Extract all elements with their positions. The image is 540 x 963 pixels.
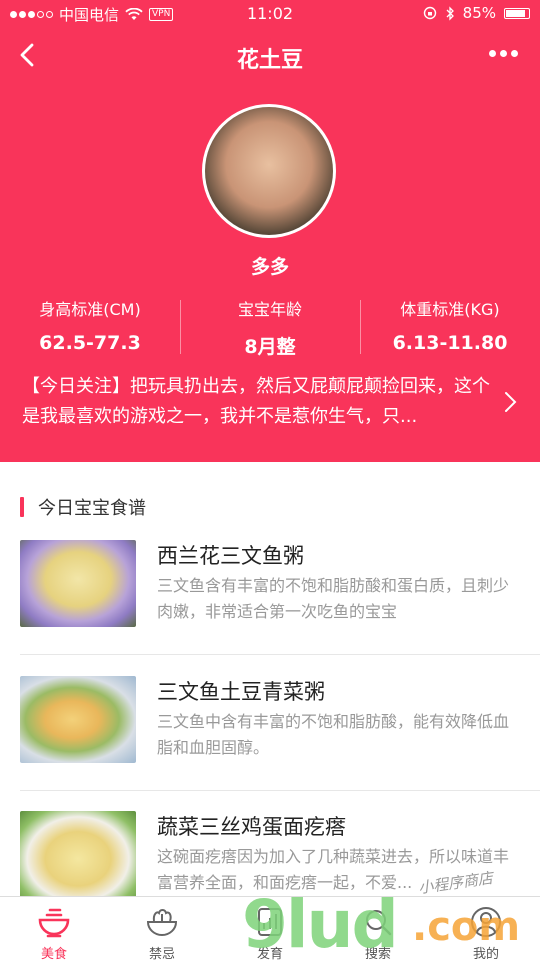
tab-mine[interactable]: 我的 xyxy=(432,897,540,962)
tab-bar: 美食 禁忌 发育 搜索 我的 xyxy=(0,896,540,962)
recipe-thumbnail xyxy=(20,676,136,763)
tab-label: 发育 xyxy=(256,947,283,962)
tab-food[interactable]: 美食 xyxy=(0,897,108,962)
accent-bar xyxy=(20,497,24,517)
nav-bar: 花土豆 xyxy=(0,30,540,82)
bowl-icon xyxy=(38,908,70,938)
recipe-item[interactable]: 三文鱼土豆青菜粥 三文鱼中含有丰富的不饱和脂肪酸，能有效降低血脂和血胆固醇。 xyxy=(20,676,540,811)
stat-label: 身高标准(CM) xyxy=(39,300,141,319)
stat-label: 宝宝年龄 xyxy=(237,300,302,319)
divider xyxy=(20,790,540,791)
stat-weight: 体重标准(KG) 6.13-11.80 xyxy=(360,296,540,358)
battery-icon xyxy=(504,7,530,19)
tab-search[interactable]: 搜索 xyxy=(324,897,432,962)
stat-value: 62.5-77.3 xyxy=(39,332,141,354)
stat-value: 6.13-11.80 xyxy=(392,332,508,354)
recipe-thumbnail xyxy=(20,811,136,898)
chevron-right-icon[interactable] xyxy=(502,390,518,414)
status-bar: 中国电信 VPN 11:02 85% xyxy=(0,0,540,28)
stat-label: 体重标准(KG) xyxy=(400,300,500,319)
orientation-lock-icon xyxy=(423,6,436,20)
search-icon xyxy=(366,910,392,936)
growth-icon xyxy=(258,908,282,936)
stat-value: 8月整 xyxy=(244,336,296,358)
stat-height: 身高标准(CM) 62.5-77.3 xyxy=(0,296,180,358)
section-title: 今日宝宝食谱 xyxy=(38,498,146,519)
tab-label: 我的 xyxy=(472,947,499,962)
recipe-title: 三文鱼土豆青菜粥 xyxy=(157,680,325,704)
more-icon[interactable] xyxy=(489,50,518,57)
tab-label: 美食 xyxy=(40,947,67,962)
recipe-desc: 这碗面疙瘩因为加入了几种蔬菜进去，所以味道丰富营养全面，和面疙瘩一起，不爱... xyxy=(157,847,510,892)
baby-photo xyxy=(205,107,333,235)
avatar[interactable] xyxy=(202,104,336,238)
tab-label: 搜索 xyxy=(364,947,391,962)
tab-label: 禁忌 xyxy=(148,947,175,962)
salad-icon xyxy=(146,909,178,936)
battery-percent: 85% xyxy=(462,4,496,22)
baby-name: 多多 xyxy=(250,256,289,278)
daily-notice[interactable]: 【今日关注】把玩具扔出去，然后又屁颠屁颠捡回来，这个是我最喜欢的游戏之一，我并不… xyxy=(22,372,492,432)
profile-header: 中国电信 VPN 11:02 85% 花土豆 多多 身高标准(CM) 62.5-… xyxy=(0,0,540,462)
user-icon xyxy=(471,907,501,937)
recipe-title: 蔬菜三丝鸡蛋面疙瘩 xyxy=(157,815,346,839)
section-header: 今日宝宝食谱 xyxy=(20,494,146,520)
growth-stats: 身高标准(CM) 62.5-77.3 宝宝年龄 8月整 体重标准(KG) 6.1… xyxy=(0,296,540,358)
bluetooth-icon xyxy=(446,5,454,21)
tab-taboo[interactable]: 禁忌 xyxy=(108,897,216,962)
divider xyxy=(20,654,540,655)
stat-age: 宝宝年龄 8月整 xyxy=(180,296,360,358)
recipe-desc: 三文鱼含有丰富的不饱和脂肪酸和蛋白质，且刺少肉嫩，非常适合第一次吃鱼的宝宝 xyxy=(157,576,510,621)
recipe-title: 西兰花三文鱼粥 xyxy=(157,544,304,568)
page-title: 花土豆 xyxy=(236,48,303,73)
tab-growth[interactable]: 发育 xyxy=(216,897,324,962)
recipe-desc: 三文鱼中含有丰富的不饱和脂肪酸，能有效降低血脂和血胆固醇。 xyxy=(157,712,510,757)
recipe-item[interactable]: 西兰花三文鱼粥 三文鱼含有丰富的不饱和脂肪酸和蛋白质，且刺少肉嫩，非常适合第一次… xyxy=(20,540,540,675)
recipe-thumbnail xyxy=(20,540,136,627)
